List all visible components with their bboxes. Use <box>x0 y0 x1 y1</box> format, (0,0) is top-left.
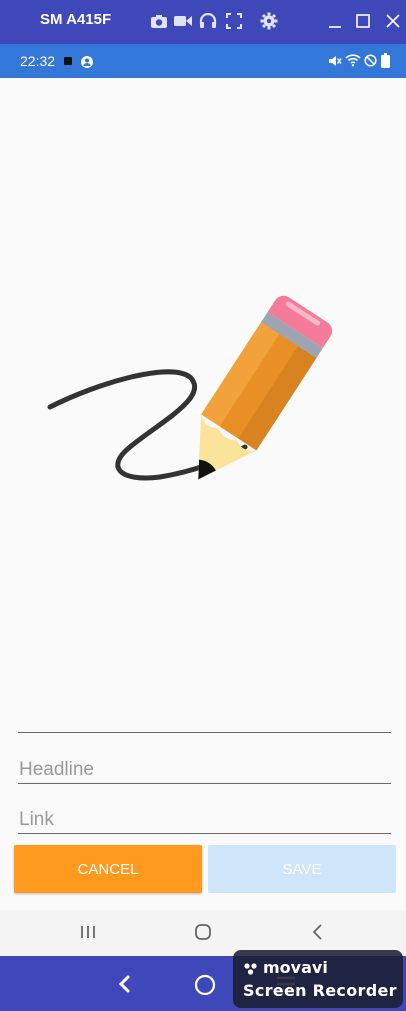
close-icon[interactable] <box>382 10 404 32</box>
headline-input[interactable]: Headline <box>19 759 94 781</box>
save-button[interactable]: SAVE <box>208 845 396 893</box>
media-icon <box>64 57 72 65</box>
minimize-icon[interactable] <box>324 10 346 32</box>
account-icon <box>81 55 93 73</box>
host-back-icon[interactable] <box>116 974 132 999</box>
battery-icon <box>381 53 390 73</box>
host-home-icon[interactable] <box>194 974 216 1001</box>
wifi-icon <box>345 53 361 72</box>
movavi-product: Screen Recorder <box>243 981 397 1000</box>
window-title: SM A415F <box>40 11 112 28</box>
pencil-drawing-illustration <box>47 295 333 481</box>
dnd-icon <box>364 54 377 72</box>
movavi-brand: movavi <box>263 958 328 977</box>
maximize-icon[interactable] <box>352 10 374 32</box>
headline-underline <box>18 783 391 784</box>
window-title-bar: SM A415F <box>0 0 406 44</box>
back-icon[interactable] <box>310 923 324 946</box>
recents-icon[interactable] <box>79 924 97 945</box>
movavi-watermark: movavi Screen Recorder <box>233 950 403 1008</box>
video-icon[interactable] <box>172 10 194 32</box>
status-bar: 22:32 <box>0 44 406 78</box>
text-field-underline[interactable] <box>18 732 391 733</box>
link-input[interactable]: Link <box>19 809 54 831</box>
home-icon[interactable] <box>194 923 212 946</box>
settings-icon[interactable] <box>258 10 280 32</box>
movavi-logo-icon <box>243 962 259 981</box>
link-underline <box>18 833 391 834</box>
cancel-button[interactable]: CANCEL <box>14 845 202 893</box>
status-time: 22:32 <box>20 53 56 69</box>
camera-icon[interactable] <box>148 10 170 32</box>
headphones-icon[interactable] <box>197 10 219 32</box>
fullscreen-icon[interactable] <box>223 10 245 32</box>
mute-icon <box>328 54 342 73</box>
